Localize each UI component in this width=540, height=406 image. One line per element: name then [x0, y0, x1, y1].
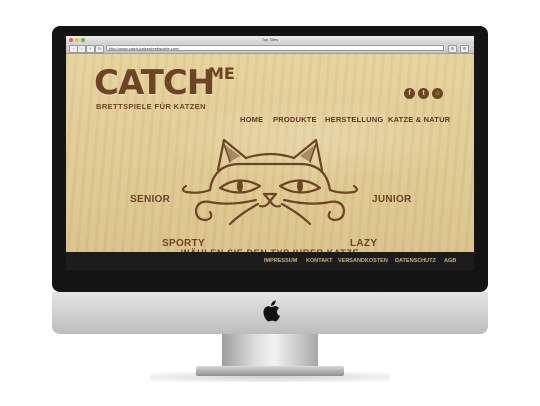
footer-impressum[interactable]: IMPRESSUM [264, 258, 297, 264]
cat-illustration [181, 138, 359, 226]
shop-icon[interactable]: ⌂ [432, 88, 443, 99]
window-titlebar: Top Sites [66, 36, 474, 44]
nav-katze-natur[interactable]: KATZE & NATUR [388, 115, 450, 124]
window-title: Top Sites [261, 37, 279, 42]
nav-produkte[interactable]: PRODUKTE [273, 115, 317, 124]
footer-kontakt[interactable]: KONTAKT [306, 258, 332, 264]
logo-superscript: ME [208, 64, 235, 83]
web-page: CATCH ME BRETTSPIELE FÜR KATZEN f t ⌂ HO… [66, 54, 474, 270]
monitor-stand-foot [196, 366, 344, 376]
cat-type-junior[interactable]: JUNIOR [372, 194, 412, 205]
url-field[interactable]: http://www.catch-katzenbrettspiele.com/ [106, 45, 444, 51]
footer-agb[interactable]: AGB [444, 258, 456, 264]
footer-versandkosten[interactable]: VERSANDKOSTEN [338, 258, 388, 264]
cat-type-senior[interactable]: SENIOR [130, 194, 170, 205]
monitor-stand-neck [222, 334, 318, 370]
browser-toolbar: ‹ › + ↻ http://www.catch-katzenbrettspie… [66, 44, 474, 54]
nav-herstellung[interactable]: HERSTELLUNG [325, 115, 383, 124]
tagline: BRETTSPIELE FÜR KATZEN [96, 102, 206, 111]
facebook-icon[interactable]: f [404, 88, 415, 99]
twitter-icon[interactable]: t [418, 88, 429, 99]
reload-button[interactable]: ↻ [95, 45, 104, 53]
settings-button[interactable]: ⚙ [460, 45, 469, 53]
forward-button[interactable]: › [77, 45, 86, 53]
logo-text[interactable]: CATCH [94, 66, 215, 100]
screen: Top Sites ‹ › + ↻ http://www.catch-katze… [66, 36, 474, 270]
share-button[interactable]: + [86, 45, 95, 53]
bookmarks-button[interactable]: ☰ [448, 45, 457, 53]
footer-datenschutz[interactable]: DATENSCHUTZ [395, 258, 436, 264]
nav-home[interactable]: HOME [240, 115, 263, 124]
apple-logo-icon [263, 300, 280, 322]
